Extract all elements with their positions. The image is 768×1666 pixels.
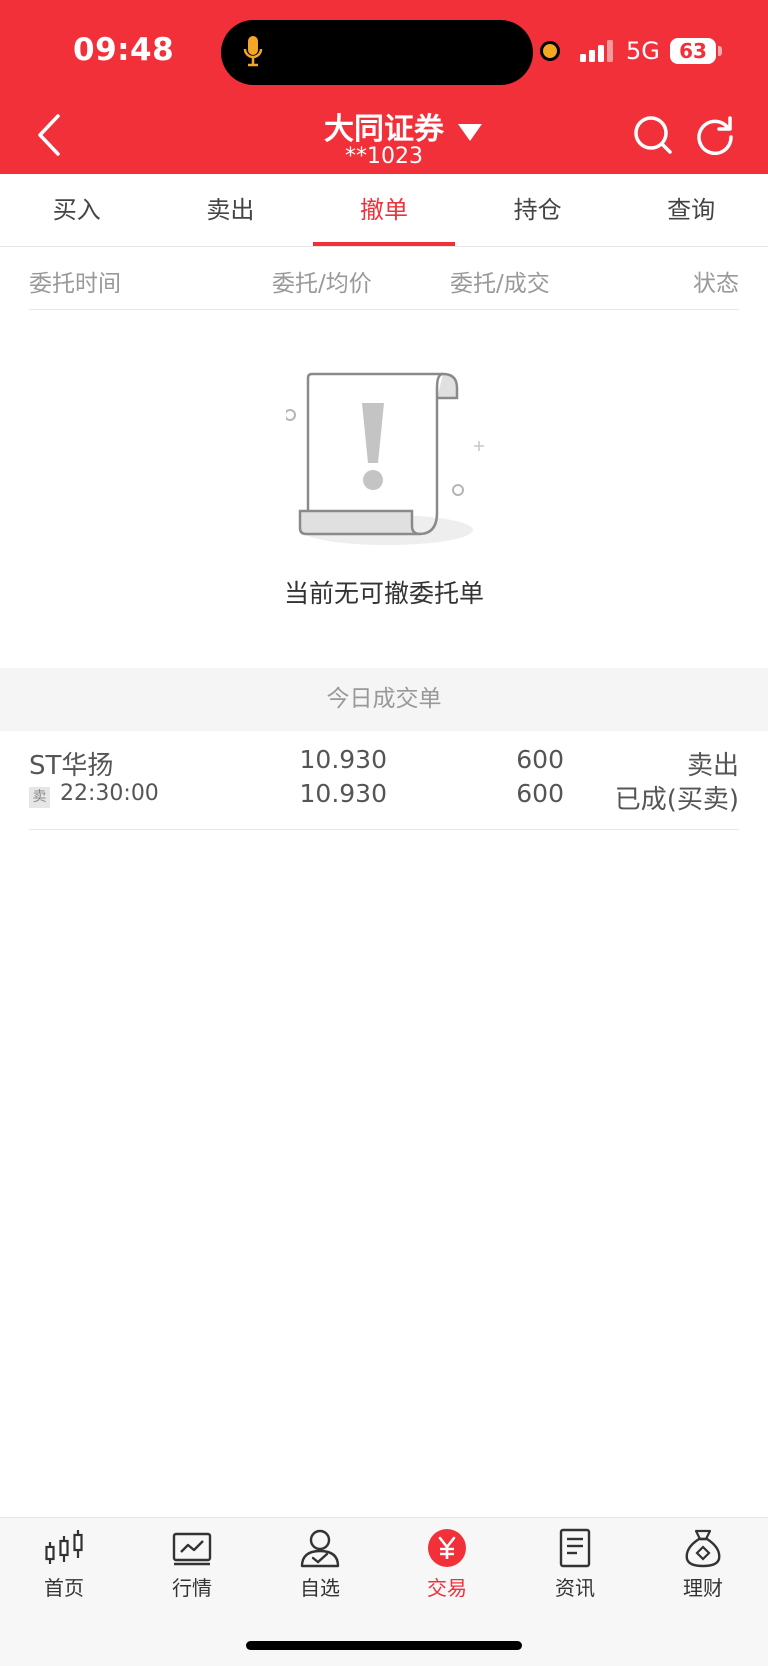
money-bag-icon xyxy=(685,1529,721,1568)
nav-market-label: 行情 xyxy=(172,1576,212,1600)
nav-wealth[interactable]: 理财 xyxy=(653,1528,753,1601)
search-icon[interactable] xyxy=(633,115,673,155)
table-row[interactable]: ST华扬 卖 22:30:00 10.930 10.930 600 600 卖出… xyxy=(29,731,739,830)
caret-down-icon xyxy=(458,124,482,141)
nav-market[interactable]: 行情 xyxy=(142,1528,242,1601)
tab-buy[interactable]: 买入 xyxy=(0,174,154,246)
warning-scroll-icon xyxy=(286,372,484,545)
signal-icon xyxy=(580,40,613,62)
nav-wealth-label: 理财 xyxy=(683,1576,723,1600)
tab-cancel[interactable]: 撤单 xyxy=(307,174,461,246)
side-badge: 卖 xyxy=(29,787,50,808)
trend-chart-icon xyxy=(172,1532,212,1566)
nav-home-label: 首页 xyxy=(44,1576,84,1600)
battery-nub xyxy=(718,46,722,56)
nav-trade-label: 交易 xyxy=(427,1576,467,1600)
empty-state-message: 当前无可撤委托单 xyxy=(283,579,484,608)
column-time: 委托时间 xyxy=(29,271,121,297)
column-price: 委托/均价 xyxy=(272,271,372,297)
nav-news[interactable]: 资讯 xyxy=(525,1528,625,1601)
status-time: 09:48 xyxy=(73,32,175,68)
filled-quantity: 600 xyxy=(516,779,564,808)
dynamic-island xyxy=(221,20,533,85)
nav-trade[interactable]: 交易 xyxy=(397,1528,497,1601)
yuan-icon xyxy=(428,1529,466,1567)
tab-sell[interactable]: 卖出 xyxy=(154,174,308,246)
trade-time: 22:30:00 xyxy=(60,781,159,806)
trade-status: 已成(买卖) xyxy=(614,785,739,815)
nav-watchlist[interactable]: 自选 xyxy=(270,1528,370,1601)
today-trades-title: 今日成交单 xyxy=(0,668,768,731)
home-indicator[interactable] xyxy=(246,1641,522,1650)
stock-name: ST华扬 xyxy=(29,751,114,781)
trade-tabs: 买入 卖出 撤单 持仓 查询 xyxy=(0,174,768,247)
privacy-indicator-icon xyxy=(543,44,557,58)
document-icon xyxy=(559,1528,591,1568)
nav-watchlist-label: 自选 xyxy=(300,1576,340,1600)
network-type: 5G xyxy=(626,37,660,65)
microphone-icon xyxy=(243,36,263,67)
avg-price: 10.930 xyxy=(299,779,387,808)
nav-news-label: 资讯 xyxy=(555,1576,595,1600)
tab-query[interactable]: 查询 xyxy=(614,174,768,246)
battery-icon: 63 xyxy=(670,38,716,64)
order-quantity: 600 xyxy=(516,745,564,774)
candlestick-icon xyxy=(45,1530,83,1564)
column-status: 状态 xyxy=(693,271,739,297)
order-price: 10.930 xyxy=(299,745,387,774)
refresh-icon[interactable] xyxy=(695,115,735,155)
nav-home[interactable]: 首页 xyxy=(14,1528,114,1601)
trade-direction: 卖出 xyxy=(686,751,739,781)
column-quantity: 委托/成交 xyxy=(450,271,550,297)
tab-positions[interactable]: 持仓 xyxy=(461,174,615,246)
order-column-header: 委托时间 委托/均价 委托/成交 状态 xyxy=(29,246,739,310)
top-header: 09:48 5G 63 大同证券 **1023 xyxy=(0,0,768,174)
user-check-icon xyxy=(300,1529,340,1568)
